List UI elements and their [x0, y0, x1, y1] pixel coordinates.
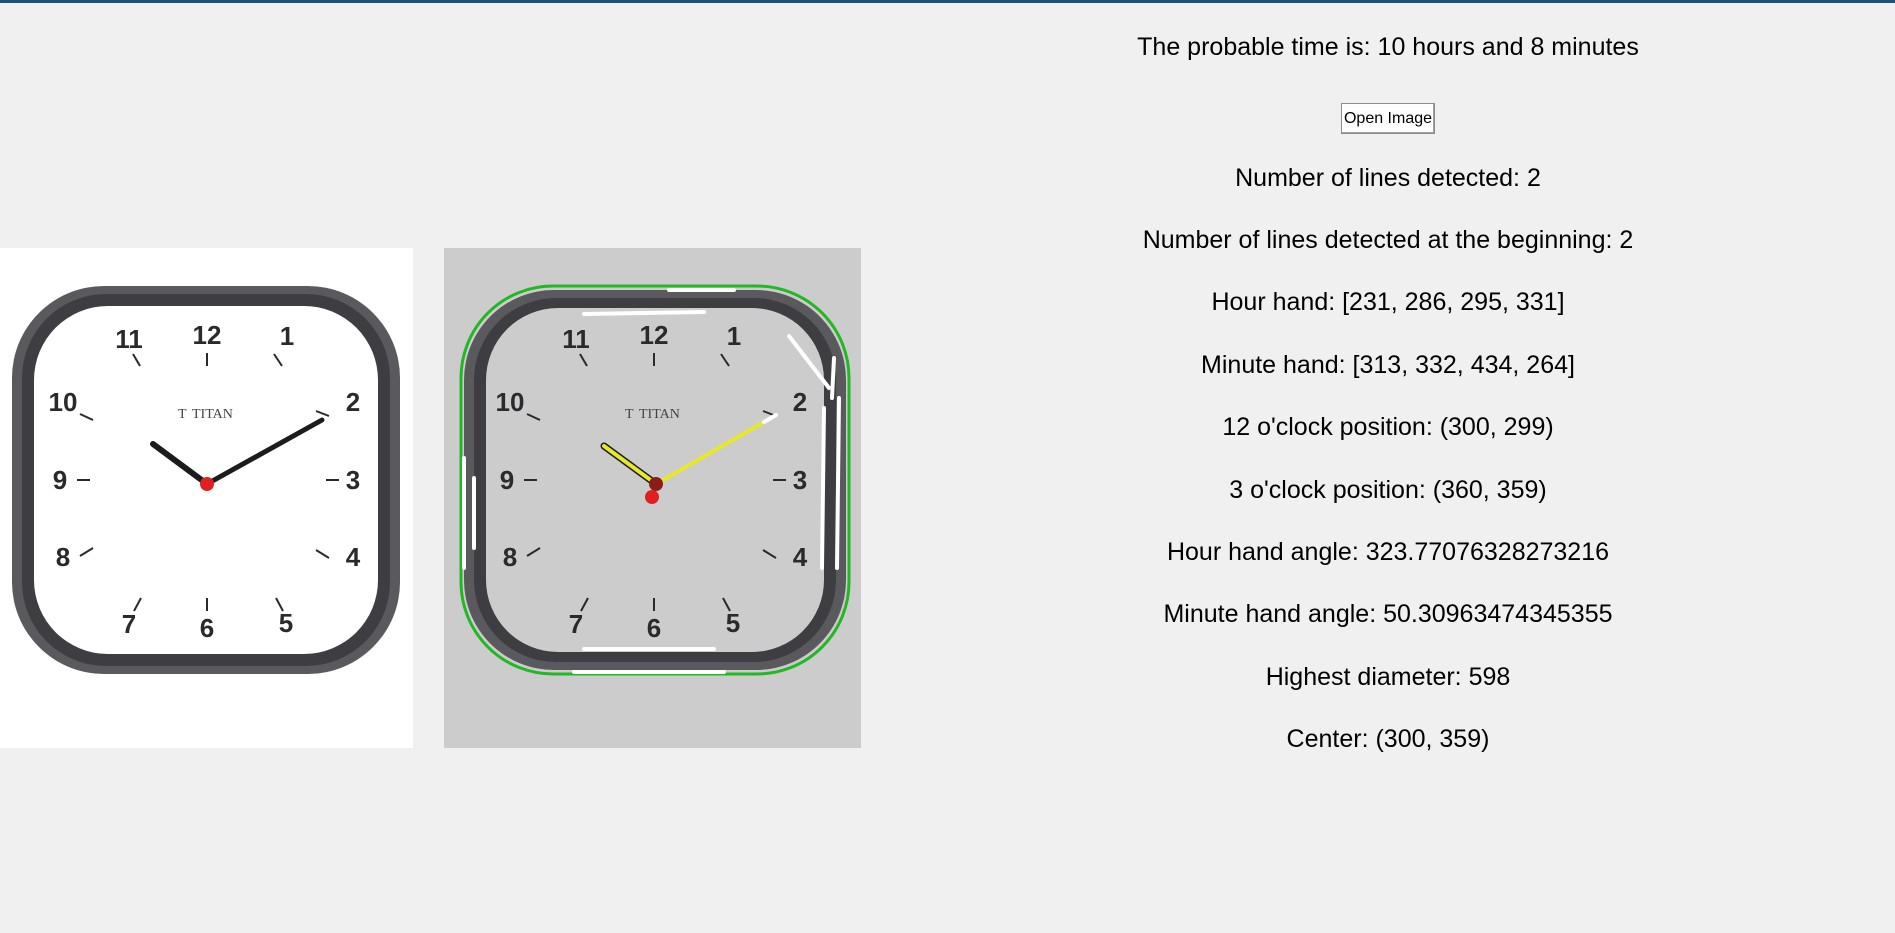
clock-numeral-9: 9 [53, 465, 67, 495]
detected-center-dot [645, 490, 659, 504]
clock-brand: T TITAN [625, 407, 680, 422]
lines-detected-beginning-label: Number of lines detected at the beginnin… [1142, 226, 1634, 254]
highest-diameter-label: Highest diameter: 598 [1265, 663, 1511, 691]
original-clock-image: 12 1 2 3 4 5 6 7 8 9 10 11 T TITAN [0, 248, 413, 748]
clock-numeral-2: 2 [346, 387, 360, 417]
center-cap [200, 477, 214, 491]
processed-clock-image: 12 1 2 3 4 5 6 7 8 9 10 11 T TITAN [444, 248, 861, 748]
hour-hand-angle-label: Hour hand angle: 323.77076328273216 [1166, 538, 1610, 566]
brand-name: TITAN [192, 407, 233, 422]
clock-numeral-11: 11 [115, 324, 143, 354]
twelve-oclock-position-label: 12 o'clock position: (300, 299) [1222, 413, 1554, 441]
brand-mark: T [178, 407, 187, 422]
clock-numeral-11: 11 [562, 324, 590, 354]
lines-detected-label: Number of lines detected: 2 [1235, 164, 1541, 192]
clock-brand: T TITAN [178, 407, 233, 422]
brand-name: TITAN [639, 407, 680, 422]
clock-numeral-3: 3 [346, 465, 360, 495]
processed-clock-svg: 12 1 2 3 4 5 6 7 8 9 10 11 T TITAN [459, 284, 851, 676]
minute-hand-coords-label: Minute hand: [313, 332, 434, 264] [1201, 351, 1575, 379]
clock-numeral-10: 10 [49, 387, 78, 417]
clock-numeral-12: 12 [640, 320, 669, 350]
clock-numeral-9: 9 [500, 465, 514, 495]
clock-numeral-12: 12 [193, 320, 222, 350]
clock-numeral-1: 1 [727, 321, 741, 351]
clock-numeral-5: 5 [279, 608, 293, 638]
original-clock-svg: 12 1 2 3 4 5 6 7 8 9 10 11 T TITAN [12, 286, 400, 674]
probable-time-label: The probable time is: 10 hours and 8 min… [1137, 33, 1639, 61]
three-oclock-position-label: 3 o'clock position: (360, 359) [1229, 476, 1547, 504]
clock-numeral-7: 7 [569, 609, 583, 639]
brand-mark: T [625, 407, 634, 422]
center-label: Center: (300, 359) [1286, 725, 1490, 753]
minute-hand-angle-label: Minute hand angle: 50.30963474345355 [1163, 600, 1613, 628]
clock-numeral-4: 4 [793, 542, 808, 572]
clock-numeral-2: 2 [793, 387, 807, 417]
clock-numeral-8: 8 [503, 542, 517, 572]
open-image-button[interactable]: Open Image [1341, 103, 1435, 134]
clock-numeral-3: 3 [793, 465, 807, 495]
clock-numeral-5: 5 [726, 608, 740, 638]
clock-numeral-1: 1 [280, 321, 294, 351]
clock-numeral-6: 6 [647, 613, 661, 643]
clock-numeral-8: 8 [56, 542, 70, 572]
clock-numeral-6: 6 [200, 613, 214, 643]
clock-numeral-4: 4 [346, 542, 361, 572]
clock-numeral-10: 10 [496, 387, 525, 417]
clock-numeral-7: 7 [122, 609, 136, 639]
hour-hand-coords-label: Hour hand: [231, 286, 295, 331] [1211, 288, 1565, 316]
center-cap [649, 477, 663, 491]
window-top-strip [0, 0, 1895, 3]
